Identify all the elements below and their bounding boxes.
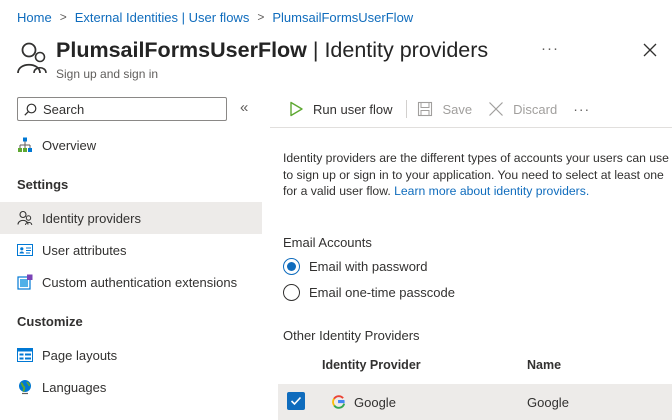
people-icon <box>17 210 33 226</box>
page-title-name: PlumsailFormsUserFlow <box>56 38 307 62</box>
sidebar-item-label: Identity providers <box>42 210 141 226</box>
breadcrumb: Home > External Identities | User flows … <box>17 9 413 25</box>
radio-email-otp[interactable]: Email one-time passcode <box>283 282 455 302</box>
radio-email-password[interactable]: Email with password <box>283 256 428 276</box>
search-box <box>17 97 227 121</box>
discard-label: Discard <box>513 101 558 117</box>
radio-checked-icon <box>283 257 300 275</box>
globe-icon <box>17 379 33 395</box>
play-icon <box>288 101 304 117</box>
breadcrumb-user-flows-link[interactable]: External Identities | User flows <box>75 10 250 25</box>
sidebar-item-custom-auth-extensions[interactable]: Custom authentication extensions <box>0 266 262 298</box>
collapse-sidebar-icon[interactable]: « <box>240 99 248 116</box>
customize-section-heading: Customize <box>17 314 83 329</box>
search-icon <box>24 103 37 116</box>
user-attributes-icon <box>17 242 33 258</box>
sidebar-item-label: User attributes <box>42 242 127 258</box>
page-subtitle: Sign up and sign in <box>56 67 159 81</box>
cell-provider: Google <box>354 395 396 410</box>
close-icon[interactable] <box>640 40 660 60</box>
save-label: Save <box>442 101 473 117</box>
column-header-identity-provider[interactable]: Identity Provider <box>322 358 421 372</box>
toolbar-divider <box>270 127 672 128</box>
discard-icon <box>488 101 504 117</box>
search-input[interactable] <box>43 101 213 117</box>
toolbar-separator <box>406 100 408 118</box>
more-options-icon[interactable]: ··· <box>541 40 559 57</box>
row-checkbox[interactable] <box>287 392 305 410</box>
command-bar: Run user flow Save Discard ··· <box>288 97 590 121</box>
save-button[interactable]: Save <box>417 101 472 117</box>
email-accounts-label: Email Accounts <box>283 235 372 250</box>
learn-more-link[interactable]: Learn more about identity providers. <box>394 184 589 198</box>
extension-icon <box>17 274 33 290</box>
save-icon <box>417 101 433 117</box>
breadcrumb-home-link[interactable]: Home <box>17 10 52 25</box>
run-user-flow-button[interactable]: Run user flow <box>288 101 392 117</box>
cell-name: Google <box>527 395 569 410</box>
user-flow-icon <box>17 42 47 74</box>
chevron-right-icon: > <box>59 10 67 24</box>
toolbar-more-icon[interactable]: ··· <box>573 101 590 117</box>
radio-unchecked-icon <box>283 283 300 301</box>
chevron-right-icon: > <box>257 10 265 24</box>
checkmark-icon <box>290 396 302 406</box>
discard-button[interactable]: Discard <box>488 101 557 117</box>
sidebar-item-label: Page layouts <box>42 347 118 363</box>
radio-label: Email one-time passcode <box>309 284 455 300</box>
run-user-flow-label: Run user flow <box>313 101 393 117</box>
page-title-section: | Identity providers <box>306 38 489 62</box>
sidebar-item-label: Custom authentication extensions <box>42 274 238 290</box>
settings-section-heading: Settings <box>17 177 69 192</box>
sidebar-item-languages[interactable]: Languages <box>0 371 262 403</box>
sidebar-item-label: Languages <box>42 379 107 395</box>
sidebar-item-label: Overview <box>42 137 97 153</box>
breadcrumb-current-link[interactable]: PlumsailFormsUserFlow <box>272 10 413 25</box>
page-layouts-icon <box>17 347 33 363</box>
column-header-name[interactable]: Name <box>527 358 561 372</box>
sidebar-item-overview[interactable]: Overview <box>0 129 262 161</box>
sidebar-item-user-attributes[interactable]: User attributes <box>0 234 262 266</box>
radio-label: Email with password <box>309 258 428 274</box>
other-providers-label: Other Identity Providers <box>283 328 420 343</box>
overview-icon <box>17 137 33 153</box>
google-icon <box>332 395 346 409</box>
identity-providers-description: Identity providers are the different typ… <box>283 150 672 200</box>
page-title: PlumsailFormsUserFlow | Identity provide… <box>56 37 488 63</box>
sidebar-item-identity-providers[interactable]: Identity providers <box>0 202 262 234</box>
sidebar-item-page-layouts[interactable]: Page layouts <box>0 339 262 371</box>
